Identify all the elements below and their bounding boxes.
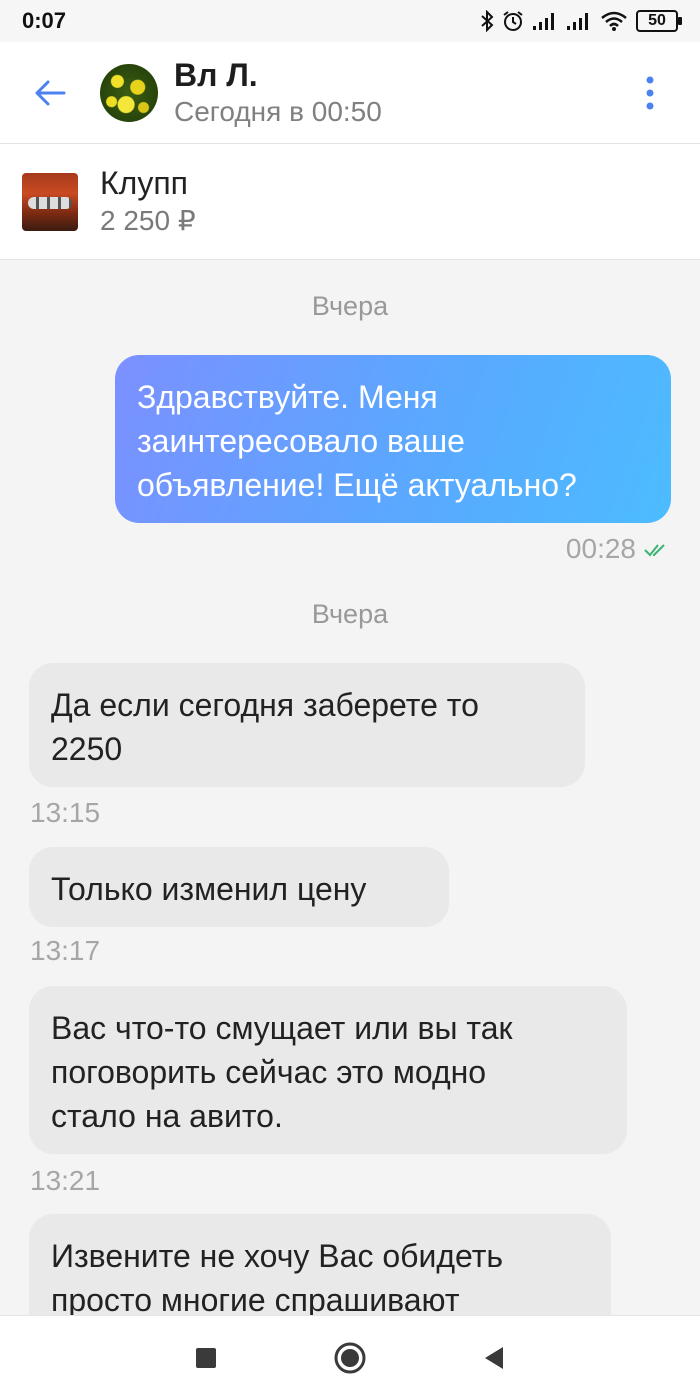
peer-last-seen: Сегодня в 00:50 (174, 95, 382, 127)
message-line: Вас что-то смущает или вы так (51, 1010, 513, 1046)
message-time: 13:21 (30, 1165, 101, 1196)
arrow-left-icon (35, 80, 66, 105)
signal-icon (566, 11, 592, 31)
message-list[interactable]: Вчера Здравствуйте. Меня заинтересовало … (0, 261, 700, 1315)
message-line: Извените не хочу Вас обидеть (51, 1238, 504, 1274)
message-time: 13:15 (30, 797, 101, 828)
date-separator: Вчера (311, 291, 389, 321)
date-separator: Вчера (311, 599, 389, 629)
message-bubble-incoming[interactable]: Вас что-то смущает или вы так поговорить… (29, 986, 627, 1154)
message-line: заинтересовало ваше (137, 423, 465, 459)
status-icons: 50 (480, 10, 682, 32)
listing-thumbnail (22, 172, 78, 231)
message-bubble-incoming[interactable]: Да если сегодня заберете то 2250 (29, 663, 585, 787)
home-button[interactable] (278, 1341, 422, 1375)
more-vertical-icon (646, 76, 654, 109)
peer-info[interactable]: Вл Л. Сегодня в 00:50 (174, 56, 382, 130)
message-line: 2250 (51, 731, 123, 767)
message-line: Да если сегодня заберете то (51, 687, 479, 723)
back-triangle-icon (485, 1347, 503, 1369)
bluetooth-icon (480, 10, 494, 32)
double-check-icon (644, 541, 670, 564)
avatar[interactable] (100, 63, 158, 122)
back-button[interactable] (0, 42, 100, 144)
chat-screen: 0:07 50 Вл Л. Сегодня в 00:50 Клупп 2 25… (0, 0, 700, 1400)
message-time: 00:28 (565, 533, 636, 564)
status-time: 0:07 (22, 8, 67, 33)
alarm-icon (502, 10, 524, 32)
message-line: Здравствуйте. Меня (137, 379, 438, 415)
listing-title: Клупп (100, 164, 188, 201)
listing-price: 2 250 ₽ (100, 204, 196, 236)
recent-apps-icon (196, 1348, 216, 1368)
status-bar: 0:07 50 (0, 0, 700, 42)
more-menu-button[interactable] (600, 42, 700, 144)
battery-icon: 50 (636, 10, 682, 32)
listing-info: Клупп 2 250 ₽ (100, 164, 196, 240)
back-system-button[interactable] (422, 1346, 566, 1370)
signal-icon (532, 11, 558, 31)
message-bubble-incoming[interactable]: Только изменил цену (29, 847, 449, 927)
message-bubble-incoming[interactable]: Извените не хочу Вас обидеть просто мног… (29, 1214, 611, 1315)
listing-card[interactable]: Клупп 2 250 ₽ (0, 144, 700, 260)
message-line: стало на авито. (51, 1098, 283, 1134)
message-line: Только изменил цену (51, 871, 367, 907)
home-icon (334, 1342, 366, 1374)
message-line: поговорить сейчас это модно (51, 1054, 487, 1090)
message-bubble-outgoing[interactable]: Здравствуйте. Меня заинтересовало ваше о… (115, 355, 671, 523)
message-time: 13:17 (30, 935, 101, 966)
message-line: объявление! Ещё актуально? (137, 467, 577, 503)
message-line: просто многие спрашивают (51, 1282, 460, 1315)
system-navigation-bar (0, 1315, 700, 1400)
peer-name: Вл Л. (174, 56, 258, 93)
wifi-icon (600, 10, 628, 32)
recent-apps-button[interactable] (134, 1347, 278, 1369)
chat-header: Вл Л. Сегодня в 00:50 (0, 42, 700, 144)
